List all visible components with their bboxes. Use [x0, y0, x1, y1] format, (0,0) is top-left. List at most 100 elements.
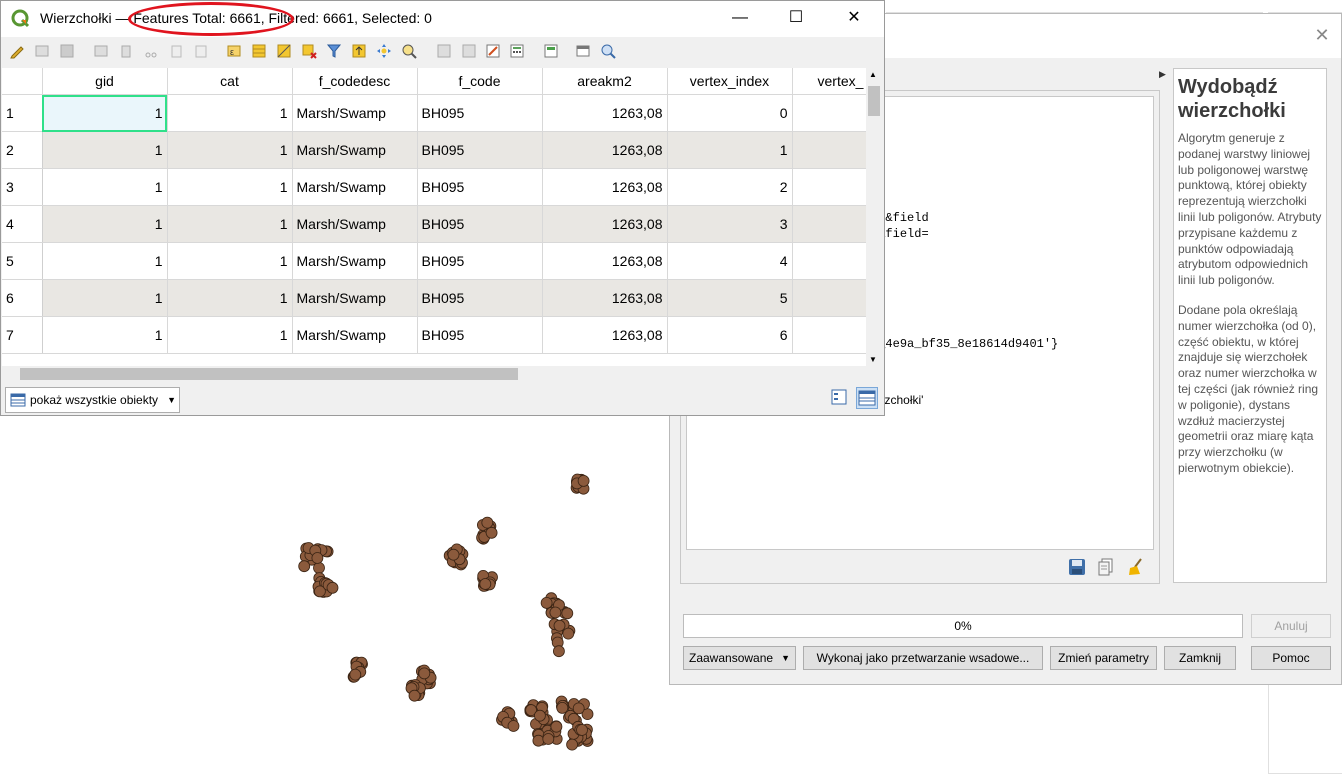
- table-cell-cat[interactable]: 1: [167, 205, 293, 243]
- deselect-all-icon[interactable]: [301, 43, 317, 59]
- table-row[interactable]: 1 1 1 Marsh/Swamp BH095 1263,08 0: [2, 94, 873, 132]
- table-row[interactable]: 2 1 1 Marsh/Swamp BH095 1263,08 1: [2, 131, 873, 169]
- reload-icon[interactable]: [93, 43, 109, 59]
- table-cell-f-code[interactable]: BH095: [417, 168, 543, 206]
- row-number[interactable]: 5: [2, 242, 43, 280]
- table-cell-gid[interactable]: 1: [42, 316, 168, 354]
- table-row[interactable]: 6 1 1 Marsh/Swamp BH095 1263,08 5: [2, 279, 873, 317]
- new-field-icon[interactable]: [436, 43, 452, 59]
- attribute-table[interactable]: gid cat f_codedesc f_code areakm2 vertex…: [2, 68, 882, 382]
- dock-icon[interactable]: [575, 43, 591, 59]
- column-header[interactable]: areakm2: [542, 68, 668, 95]
- conditional-formatting-icon[interactable]: [543, 43, 559, 59]
- table-cell-f-code[interactable]: BH095: [417, 94, 543, 132]
- table-cell-f-code[interactable]: BH095: [417, 316, 543, 354]
- window-titlebar[interactable]: Wierzchołki — Features Total: 6661, Filt…: [1, 1, 884, 37]
- table-cell-areakm2[interactable]: 1263,08: [542, 94, 668, 132]
- column-header[interactable]: gid: [42, 68, 168, 95]
- invert-selection-icon[interactable]: [276, 43, 292, 59]
- table-cell-areakm2[interactable]: 1263,08: [542, 131, 668, 169]
- zoom-to-selection-icon[interactable]: [401, 43, 417, 59]
- filter-icon[interactable]: [326, 43, 342, 59]
- field-calculator-icon[interactable]: [509, 43, 525, 59]
- scroll-up-icon[interactable]: ▲: [869, 70, 877, 79]
- scroll-thumb[interactable]: [868, 86, 880, 116]
- filter-dropdown[interactable]: pokaż wszystkie obiekty ▼: [5, 387, 180, 413]
- table-cell-vertex-index[interactable]: 3: [667, 205, 793, 243]
- help-button[interactable]: Pomoc: [1251, 646, 1331, 670]
- column-header[interactable]: cat: [167, 68, 293, 95]
- cut-icon[interactable]: [143, 43, 159, 59]
- table-cell-vertex[interactable]: [792, 94, 873, 132]
- scroll-thumb[interactable]: [20, 368, 518, 380]
- table-cell-gid[interactable]: 1: [42, 279, 168, 317]
- cancel-button[interactable]: Anuluj: [1251, 614, 1331, 638]
- select-by-expression-icon[interactable]: ε: [226, 43, 242, 59]
- table-cell-vertex[interactable]: [792, 205, 873, 243]
- table-cell-cat[interactable]: 1: [167, 131, 293, 169]
- form-view-button[interactable]: [829, 387, 851, 409]
- clear-log-icon[interactable]: [1127, 558, 1147, 576]
- scroll-down-icon[interactable]: ▼: [869, 355, 877, 364]
- table-cell-areakm2[interactable]: 1263,08: [542, 316, 668, 354]
- table-cell-f-code[interactable]: BH095: [417, 131, 543, 169]
- table-cell-vertex-index[interactable]: 6: [667, 316, 793, 354]
- row-number[interactable]: 7: [2, 316, 43, 354]
- batch-process-button[interactable]: Wykonaj jako przetwarzanie wsadowe...: [803, 646, 1043, 670]
- column-header[interactable]: vertex_index: [667, 68, 793, 95]
- table-cell-vertex[interactable]: [792, 168, 873, 206]
- delete-feature-icon[interactable]: [118, 43, 134, 59]
- row-number[interactable]: 2: [2, 131, 43, 169]
- table-cell-areakm2[interactable]: 1263,08: [542, 242, 668, 280]
- table-cell-vertex-index[interactable]: 5: [667, 279, 793, 317]
- table-cell-vertex-index[interactable]: 2: [667, 168, 793, 206]
- table-cell-gid[interactable]: 1: [42, 205, 168, 243]
- table-cell-vertex-index[interactable]: 0: [667, 94, 793, 132]
- table-cell-vertex[interactable]: [792, 316, 873, 354]
- minimize-button[interactable]: —: [717, 7, 763, 31]
- table-cell-gid[interactable]: 1: [42, 94, 168, 132]
- table-cell-areakm2[interactable]: 1263,08: [542, 279, 668, 317]
- horizontal-scrollbar[interactable]: [2, 366, 882, 382]
- table-cell-gid[interactable]: 1: [42, 168, 168, 206]
- select-all-icon[interactable]: [251, 43, 267, 59]
- column-header[interactable]: f_code: [417, 68, 543, 95]
- table-cell-gid[interactable]: 1: [42, 131, 168, 169]
- table-cell-f-codedesc[interactable]: Marsh/Swamp: [292, 94, 418, 132]
- multi-edit-icon[interactable]: [34, 43, 50, 59]
- table-cell-f-code[interactable]: BH095: [417, 205, 543, 243]
- row-number[interactable]: 4: [2, 205, 43, 243]
- table-cell-cat[interactable]: 1: [167, 168, 293, 206]
- column-header[interactable]: vertex_: [792, 68, 873, 95]
- vertical-scrollbar[interactable]: ▲ ▼: [866, 68, 882, 366]
- table-cell-cat[interactable]: 1: [167, 316, 293, 354]
- maximize-button[interactable]: ☐: [773, 7, 819, 31]
- toggle-editing-icon[interactable]: [9, 43, 25, 59]
- copy-log-icon[interactable]: [1097, 558, 1117, 576]
- corner-header[interactable]: [2, 68, 43, 95]
- column-header[interactable]: f_codedesc: [292, 68, 418, 95]
- table-cell-f-code[interactable]: BH095: [417, 279, 543, 317]
- table-row[interactable]: 7 1 1 Marsh/Swamp BH095 1263,08 6: [2, 316, 873, 354]
- table-cell-f-codedesc[interactable]: Marsh/Swamp: [292, 242, 418, 280]
- table-cell-f-codedesc[interactable]: Marsh/Swamp: [292, 205, 418, 243]
- table-row[interactable]: 3 1 1 Marsh/Swamp BH095 1263,08 2: [2, 168, 873, 206]
- table-cell-f-codedesc[interactable]: Marsh/Swamp: [292, 168, 418, 206]
- advanced-button[interactable]: Zaawansowane ▼: [683, 646, 796, 670]
- table-cell-areakm2[interactable]: 1263,08: [542, 205, 668, 243]
- table-view-button[interactable]: [856, 387, 878, 409]
- table-cell-f-codedesc[interactable]: Marsh/Swamp: [292, 131, 418, 169]
- organize-columns-icon[interactable]: [485, 43, 501, 59]
- pan-to-selection-icon[interactable]: [376, 43, 392, 59]
- table-cell-vertex[interactable]: [792, 242, 873, 280]
- row-number[interactable]: 1: [2, 94, 43, 132]
- delete-field-icon[interactable]: [461, 43, 477, 59]
- table-cell-f-codedesc[interactable]: Marsh/Swamp: [292, 279, 418, 317]
- table-cell-cat[interactable]: 1: [167, 94, 293, 132]
- copy-icon[interactable]: [168, 43, 184, 59]
- table-cell-vertex[interactable]: [792, 279, 873, 317]
- row-number[interactable]: 6: [2, 279, 43, 317]
- save-log-icon[interactable]: [1068, 558, 1088, 576]
- table-cell-cat[interactable]: 1: [167, 279, 293, 317]
- table-row[interactable]: 5 1 1 Marsh/Swamp BH095 1263,08 4: [2, 242, 873, 280]
